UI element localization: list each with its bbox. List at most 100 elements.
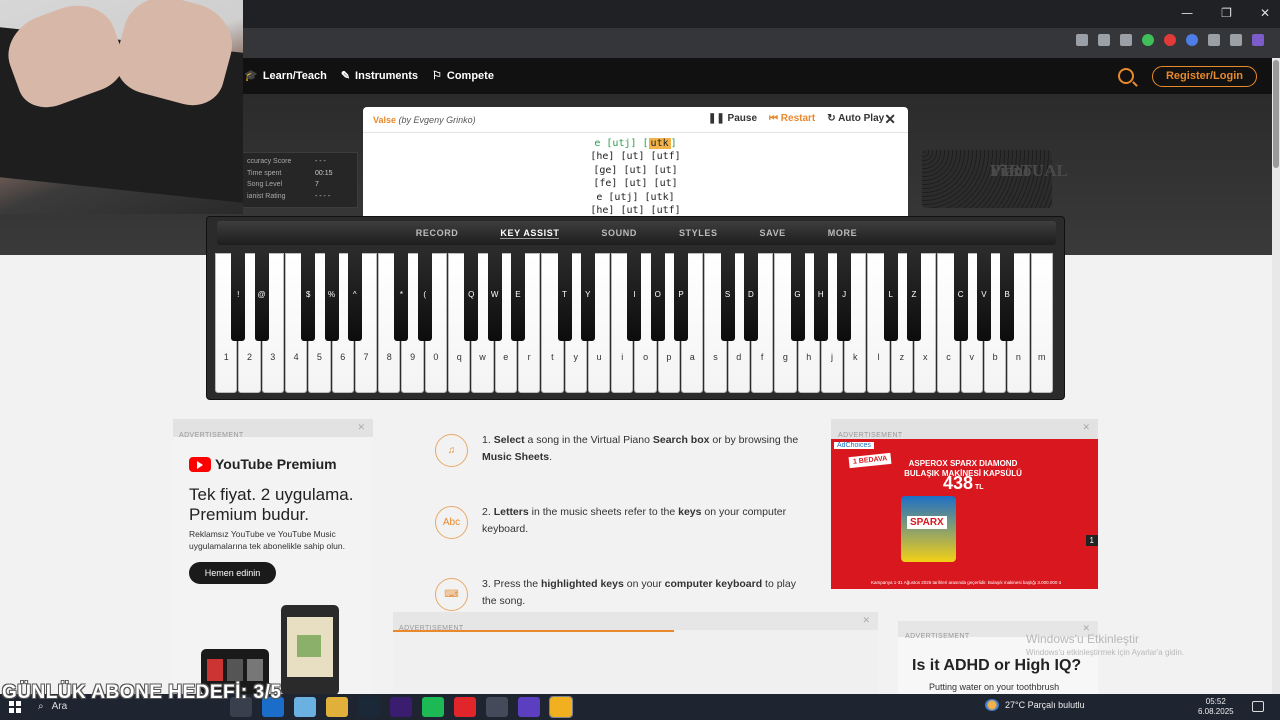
black-key[interactable]: D [743, 253, 758, 341]
black-key[interactable]: G [790, 253, 805, 341]
browser-extension-icon[interactable] [1208, 34, 1220, 46]
adchoices-badge[interactable]: AdChoices [834, 442, 874, 449]
autoplay-button[interactable]: ↻ Auto Play [827, 113, 884, 124]
instruction-fragment: Select [493, 434, 525, 446]
ad-page-indicator: 1 [1085, 535, 1098, 546]
black-key[interactable]: J [837, 253, 852, 341]
black-key[interactable]: * [394, 253, 409, 341]
browser-extension-icon[interactable] [1142, 34, 1154, 46]
close-icon[interactable]: ✕ [884, 111, 896, 128]
nav-instruments[interactable]: ✎ Instruments [340, 69, 419, 83]
black-key[interactable]: S [720, 253, 735, 341]
nav-learn-teach[interactable]: 🎓 Learn/Teach [244, 69, 327, 83]
music-sheet-panel: Valse (by Evgeny Grinko) ❚❚ Pause ⏮ Rest… [363, 107, 908, 218]
browser-extension-icon[interactable] [1230, 34, 1242, 46]
taskbar-app-icon[interactable] [326, 697, 348, 717]
stat-label: Time spent [247, 169, 282, 177]
black-key[interactable]: O [650, 253, 665, 341]
black-key[interactable]: E [510, 253, 525, 341]
ad-body: Putting water on your toothbrush [929, 682, 1060, 692]
close-icon[interactable]: ✕ [357, 422, 365, 433]
browser-extension-icon[interactable] [1076, 34, 1088, 46]
product-logo: SPARX [907, 516, 947, 529]
instruction-fragment: keys [678, 506, 702, 518]
close-icon[interactable]: ✕ [1082, 422, 1090, 433]
taskbar-app-icon[interactable] [518, 697, 540, 717]
black-key[interactable]: Y [580, 253, 595, 341]
search-icon[interactable] [1118, 68, 1134, 84]
browser-extension-icon[interactable] [1252, 34, 1264, 46]
activation-title: Windows'u Etkinleştir [1026, 632, 1139, 646]
close-window-button[interactable]: ✕ [1260, 6, 1270, 20]
restart-button[interactable]: ⏮ Restart [769, 113, 815, 124]
taskbar-app-icon[interactable] [549, 696, 573, 718]
browser-extension-icon[interactable] [1186, 34, 1198, 46]
scrollbar-thumb[interactable] [1273, 60, 1279, 168]
stats-panel: ccuracy Score - - - Time spent 00:15 Song … [240, 152, 358, 208]
taskbar-clock[interactable]: 05:52 6.08.2025 [1198, 697, 1234, 717]
black-key[interactable]: % [324, 253, 339, 341]
middle-ad[interactable]: ADVERTISEMENT ✕ [393, 612, 878, 694]
piano-menu-save[interactable]: SAVE [760, 228, 786, 238]
instruction-text: 3. Press the highlighted keys on your co… [482, 576, 812, 609]
browser-extension-icon[interactable] [1120, 34, 1132, 46]
black-key[interactable]: C [953, 253, 968, 341]
weather-text[interactable]: 27°C Parçalı bulutlu [1005, 700, 1085, 710]
ad-cta-button[interactable]: Hemen edinin [189, 562, 276, 584]
nav-instruments-label: Instruments [355, 69, 419, 82]
black-key[interactable]: P [674, 253, 688, 341]
piano: RECORD KEY ASSIST SOUND STYLES SAVE MORE 1234… [206, 216, 1065, 400]
stat-label: Song Level [247, 181, 283, 188]
ad-headline: Tek fiyat. 2 uygulama. Premium budur. [189, 485, 354, 524]
piano-menu-record[interactable]: RECORD [416, 228, 459, 238]
windows-activation-watermark: Windows'u Etkinleştir Windows'u etkinleş… [1026, 632, 1184, 657]
browser-extension-icon[interactable] [1164, 34, 1176, 46]
minimize-button[interactable]: — [1181, 6, 1193, 20]
bim-ad[interactable]: ADVERTISEMENT ✕ AdChoices 1 BEDAVA ASPERO… [831, 419, 1098, 589]
black-key[interactable]: @ [254, 253, 269, 341]
taskbar-app-icon[interactable] [486, 697, 508, 717]
black-key[interactable]: I [627, 253, 642, 341]
pen-icon: ✎ [340, 70, 351, 82]
taskbar-app-icon[interactable] [294, 697, 316, 717]
youtube-logo: YouTube Premium [189, 456, 337, 472]
keyboard-icon: ⌨ [435, 578, 468, 611]
instruction-text: 2. Letters in the music sheets refer to … [482, 504, 812, 537]
sheet-line: [he] [ut] [utf] [590, 151, 681, 163]
youtube-brand: YouTube Premium [215, 456, 337, 472]
taskbar-app-icon[interactable] [390, 697, 412, 717]
taskbar-app-icon[interactable] [422, 697, 444, 717]
black-key[interactable]: H [813, 253, 828, 341]
black-key[interactable]: Z [907, 253, 921, 341]
maximize-button[interactable]: ❐ [1221, 6, 1232, 20]
bim-ad-creative[interactable]: AdChoices 1 BEDAVA ASPEROX SPARX DIAMOND… [831, 439, 1098, 589]
black-key[interactable]: ^ [347, 253, 362, 341]
close-icon[interactable]: ✕ [862, 615, 870, 626]
white-key[interactable]: m [1030, 253, 1053, 393]
black-key[interactable]: W [487, 253, 502, 341]
black-key[interactable]: L [883, 253, 898, 341]
black-key[interactable]: Q [464, 253, 479, 341]
taskbar-app-icon[interactable] [454, 697, 476, 717]
register-login-button[interactable]: Register/Login [1152, 66, 1257, 87]
instruction-fragment: highlighted keys [540, 578, 624, 590]
nav-compete-label: Compete [446, 69, 494, 82]
notification-icon[interactable] [1252, 701, 1264, 712]
black-key[interactable]: B [1000, 253, 1015, 341]
black-key[interactable]: T [557, 253, 572, 341]
black-key[interactable]: $ [301, 253, 316, 341]
pause-button[interactable]: ❚❚ Pause [708, 113, 757, 124]
black-key[interactable]: V [976, 253, 991, 341]
nav-compete[interactable]: ⚐ Compete [432, 69, 494, 83]
taskbar-app-icon[interactable] [358, 697, 380, 717]
browser-extension-icon[interactable] [1098, 34, 1110, 46]
black-key[interactable]: ! [231, 253, 246, 341]
piano-menu-key-assist[interactable]: KEY ASSIST [500, 228, 560, 239]
piano-menu-more[interactable]: MORE [828, 228, 857, 238]
stat-accuracy: ccuracy Score - - - [247, 156, 351, 168]
black-key[interactable]: ( [417, 253, 432, 341]
youtube-ad[interactable]: ADVERTISEMENT ✕ YouTube Premium Tek fiyat… [173, 419, 373, 695]
price-value: 438 [943, 473, 974, 493]
piano-menu-styles[interactable]: STYLES [679, 228, 718, 238]
piano-menu-sound[interactable]: SOUND [601, 228, 637, 238]
